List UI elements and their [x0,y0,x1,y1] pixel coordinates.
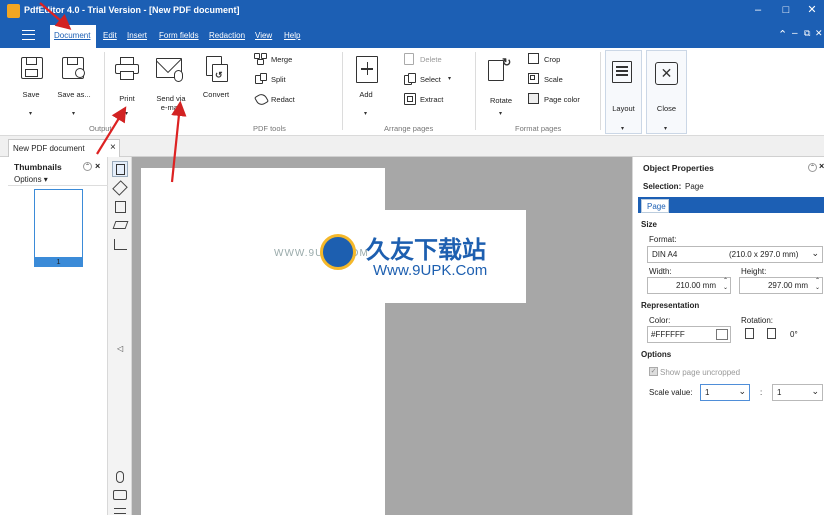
arrow-to-print [96,106,127,155]
annotation-arrows [39,2,187,183]
arrow-to-send-email [170,100,187,183]
arrow-to-document-menu [39,2,72,30]
